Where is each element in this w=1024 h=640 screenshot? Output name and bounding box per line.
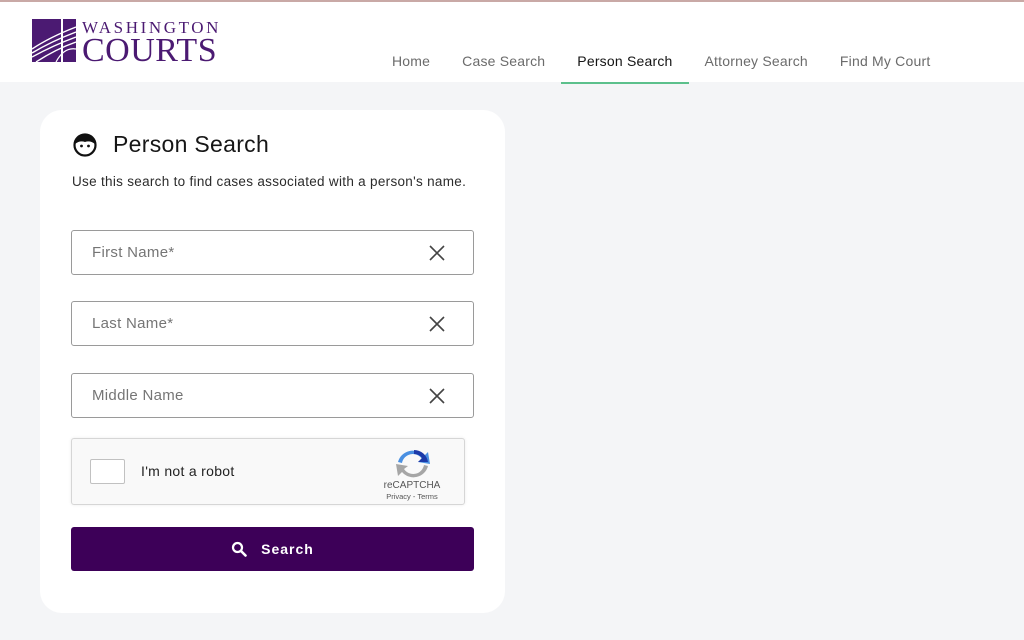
site-header: WASHINGTON COURTS Home Case Search Perso…	[0, 2, 1024, 84]
search-button[interactable]: Search	[71, 527, 474, 571]
search-icon	[232, 541, 247, 557]
recaptcha-logo-icon	[396, 449, 430, 478]
nav-find-my-court[interactable]: Find My Court	[824, 38, 947, 84]
search-button-label: Search	[261, 541, 314, 557]
close-icon	[429, 387, 445, 404]
nav-attorney-search[interactable]: Attorney Search	[689, 38, 824, 84]
recaptcha-widget: I'm not a robot reCAPTCHA Privacy - Term…	[71, 438, 465, 505]
washington-courts-logo[interactable]: WASHINGTON COURTS	[32, 19, 284, 69]
nav-person-search[interactable]: Person Search	[561, 38, 689, 84]
clear-middle-name-button[interactable]	[427, 386, 447, 406]
nav-home[interactable]: Home	[376, 38, 446, 84]
close-icon	[429, 244, 445, 261]
last-name-input[interactable]	[72, 302, 427, 345]
recaptcha-checkbox[interactable]	[90, 459, 125, 484]
logo-mark-icon	[32, 19, 76, 62]
first-name-input[interactable]	[72, 231, 427, 274]
middle-name-field	[71, 373, 474, 418]
main-nav: Home Case Search Person Search Attorney …	[376, 38, 946, 84]
clear-first-name-button[interactable]	[427, 243, 447, 263]
clear-last-name-button[interactable]	[427, 314, 447, 334]
nav-case-search[interactable]: Case Search	[446, 38, 561, 84]
person-face-icon	[73, 132, 97, 157]
search-description: Use this search to find cases associated…	[72, 174, 467, 189]
recaptcha-label: I'm not a robot	[141, 463, 235, 479]
last-name-field	[71, 301, 474, 346]
close-icon	[429, 315, 445, 332]
person-search-card: Person Search Use this search to find ca…	[40, 110, 505, 613]
middle-name-input[interactable]	[72, 374, 427, 417]
card-header: Person Search	[72, 131, 269, 158]
first-name-field	[71, 230, 474, 275]
logo-line2: COURTS	[82, 32, 218, 69]
page-title: Person Search	[113, 131, 270, 157]
recaptcha-links[interactable]: Privacy - Terms	[370, 492, 454, 501]
recaptcha-brand: reCAPTCHA	[383, 480, 441, 491]
